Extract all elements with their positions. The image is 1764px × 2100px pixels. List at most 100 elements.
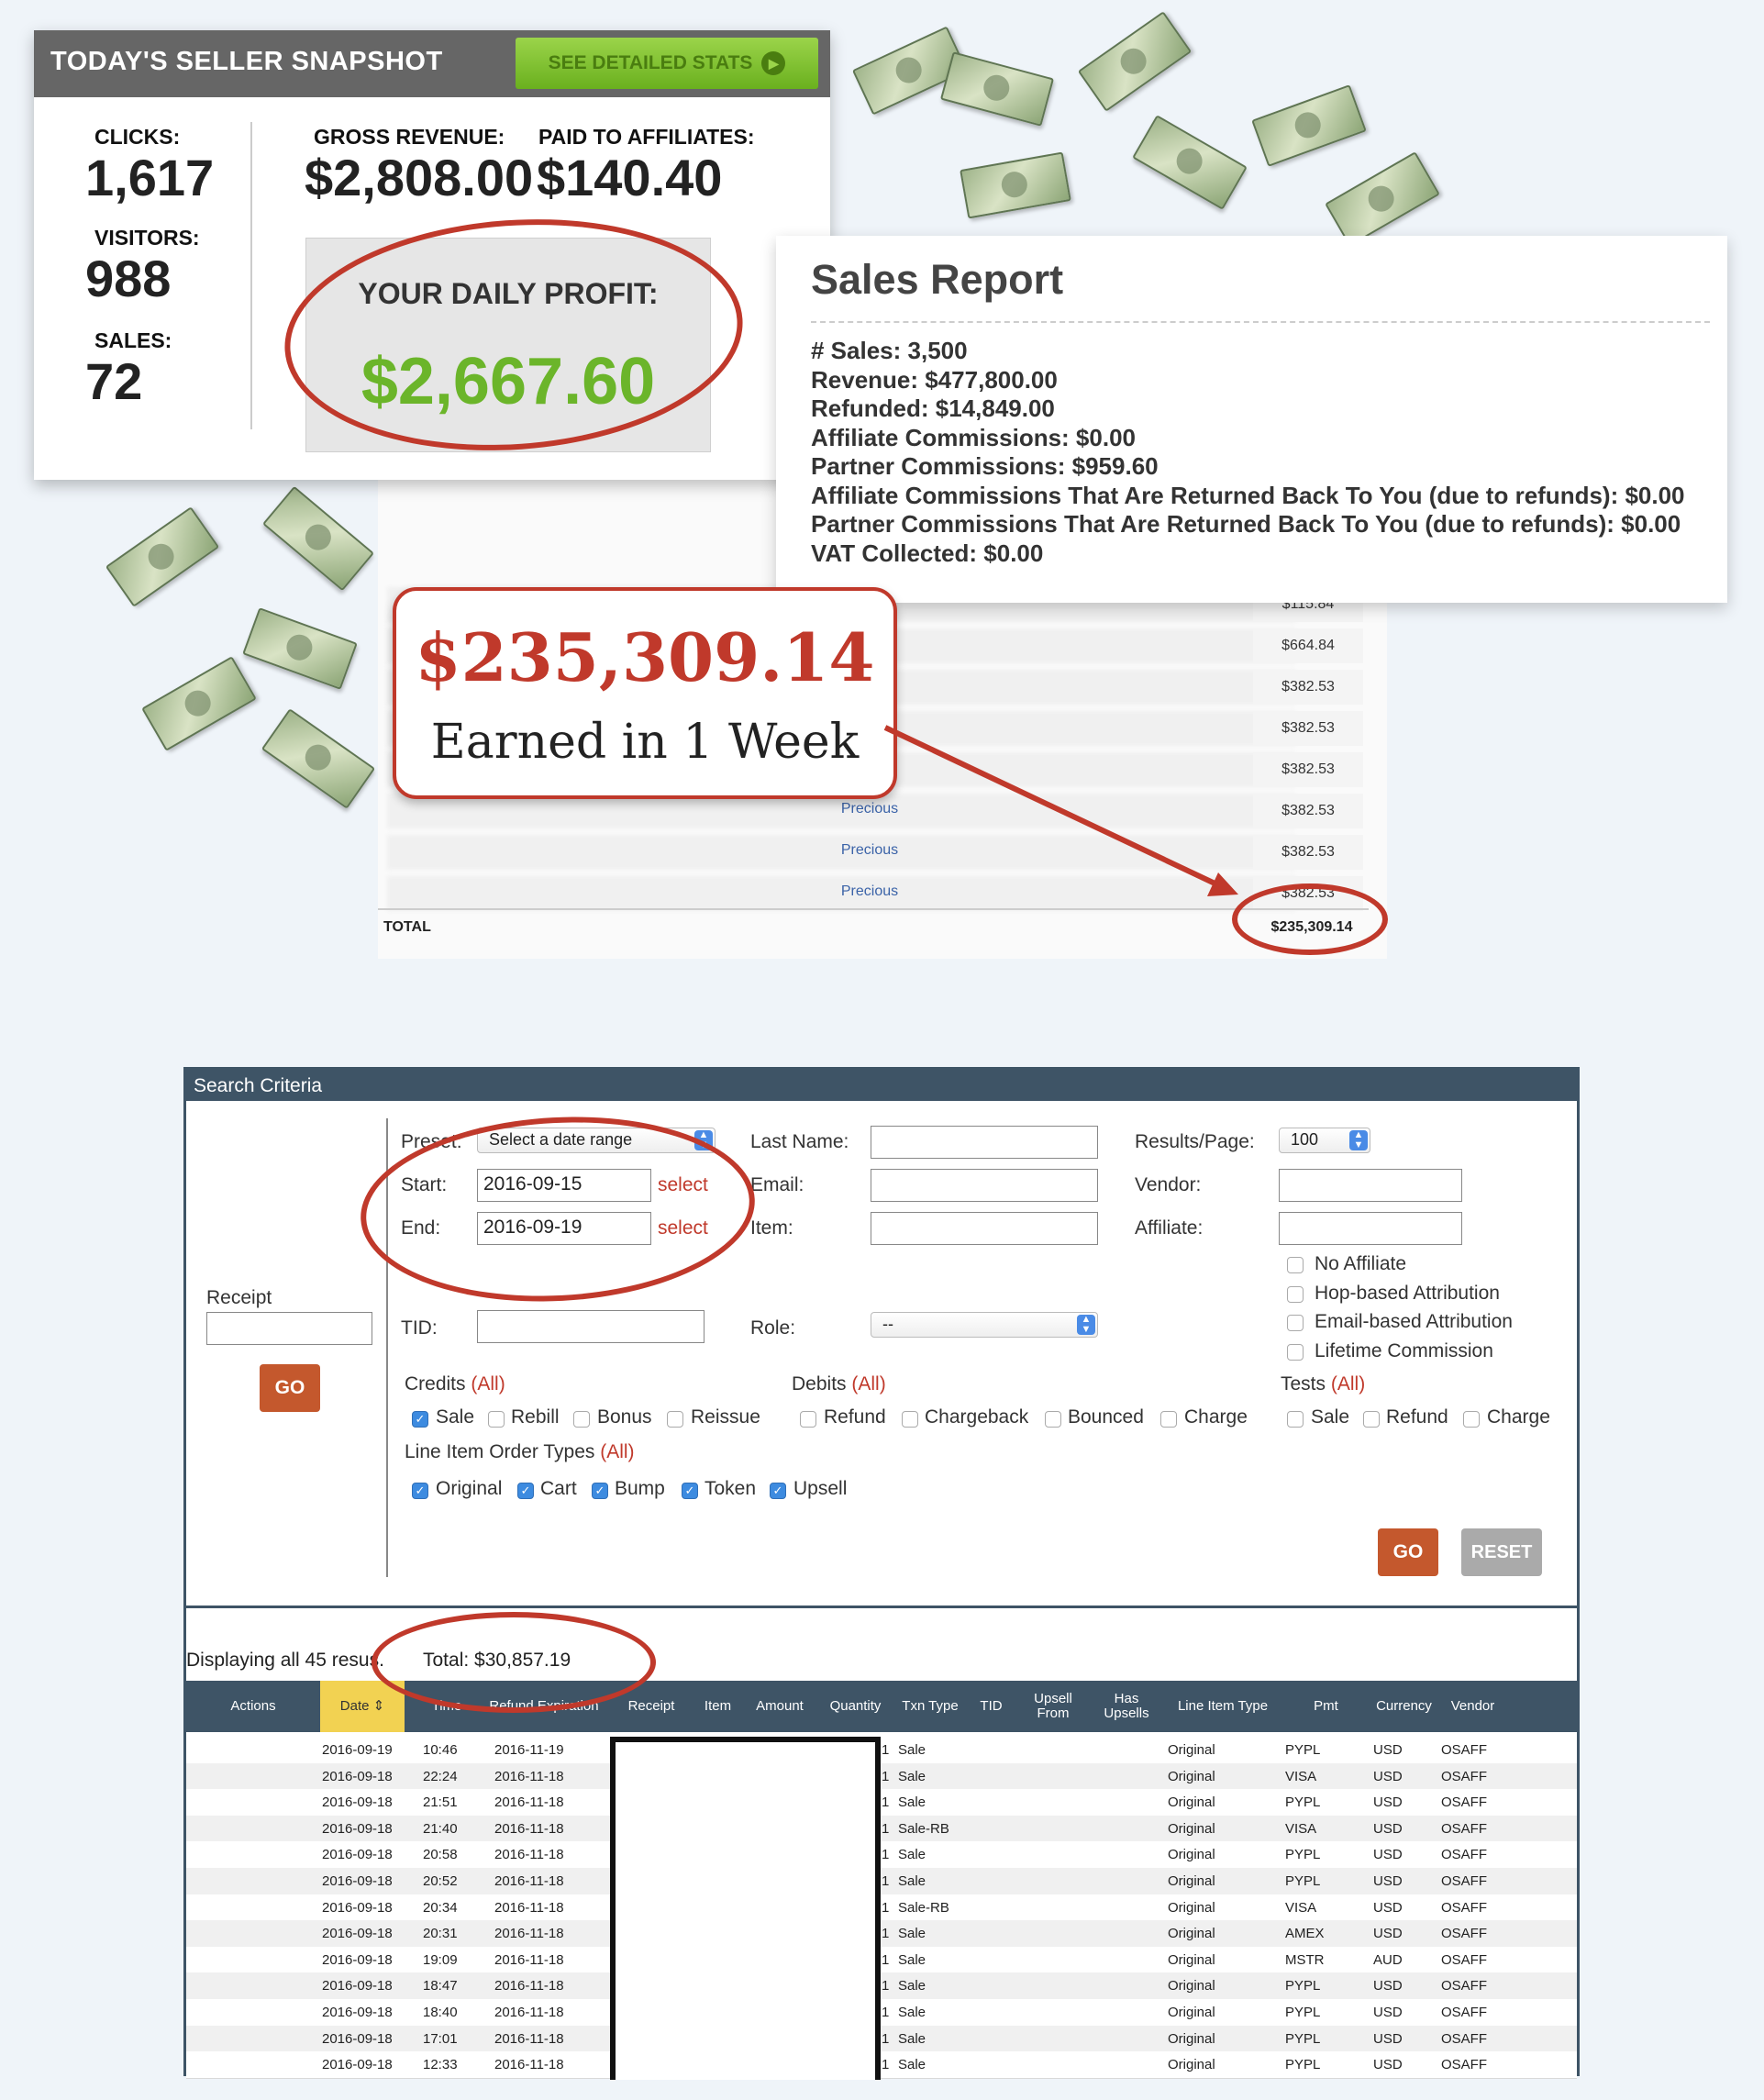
dollar-bill-image	[939, 51, 1055, 127]
search-go-button[interactable]: GO	[1378, 1528, 1438, 1576]
sales-report-title: Sales Report	[811, 256, 1064, 303]
col-currency[interactable]: Currency	[1370, 1681, 1438, 1732]
debits-bounced-checkbox[interactable]	[1045, 1411, 1061, 1428]
no-affiliate-label: No Affiliate	[1315, 1253, 1407, 1274]
col-tid[interactable]: TID	[966, 1681, 1016, 1732]
tests-charge-checkbox[interactable]	[1463, 1411, 1480, 1428]
row-line-item-type: Original	[1168, 2005, 1215, 2020]
credits-bonus-checkbox[interactable]	[573, 1411, 590, 1428]
debits-all-link[interactable]: (All)	[851, 1373, 885, 1394]
row-quantity: 1	[882, 2005, 890, 2020]
line-item-bump-checkbox[interactable]: ✓	[592, 1483, 608, 1499]
hop-attribution-checkbox[interactable]	[1287, 1286, 1304, 1303]
tests-charge-label: Charge	[1487, 1406, 1550, 1428]
line-item-group-label: Line Item Order Types (All)	[405, 1441, 635, 1463]
row-vendor: OSAFF	[1441, 1768, 1488, 1784]
credits-all-link[interactable]: (All)	[471, 1373, 505, 1394]
col-line-item-type[interactable]: Line Item Type	[1163, 1681, 1282, 1732]
col-actions[interactable]: Actions	[186, 1681, 320, 1732]
col-txn-type[interactable]: Txn Type	[894, 1681, 966, 1732]
row-line-item-type: Original	[1168, 2057, 1215, 2073]
redaction-box	[610, 1737, 881, 2080]
receipt-go-button[interactable]: GO	[260, 1364, 320, 1412]
debits-charge-checkbox[interactable]	[1160, 1411, 1177, 1428]
row-pmt: VISA	[1285, 1768, 1317, 1784]
lifetime-commission-checkbox[interactable]	[1287, 1344, 1304, 1361]
table-row[interactable]: 2016-09-18 18:40 2016-11-18 1 Sale Original PY…	[186, 1999, 1577, 2027]
table-row[interactable]: 2016-09-18 17:01 2016-11-18 1 Sale Original PY…	[186, 2025, 1577, 2053]
col-amount[interactable]: Amount	[743, 1681, 816, 1732]
table-row[interactable]: 2016-09-18 20:58 2016-11-18 1 Sale Original PY…	[186, 1841, 1577, 1869]
role-select[interactable]: -- ▲ ▼	[871, 1312, 1098, 1338]
row-refund-expiration: 2016-11-18	[494, 1768, 564, 1784]
col-item[interactable]: Item	[693, 1681, 743, 1732]
credits-sale-checkbox[interactable]: ✓	[412, 1411, 428, 1428]
results-summary-text: Displaying all 45 resu	[186, 1650, 370, 1671]
precious-link[interactable]: Precious	[815, 842, 925, 859]
line-item-label: Line Item Order Types	[405, 1441, 595, 1462]
tests-all-link[interactable]: (All)	[1331, 1373, 1365, 1394]
col-vendor[interactable]: Vendor	[1438, 1681, 1507, 1732]
gross-revenue-label: GROSS REVENUE:	[314, 125, 505, 149]
email-input[interactable]	[871, 1169, 1098, 1202]
row-quantity: 1	[882, 1978, 890, 1994]
item-input[interactable]	[871, 1212, 1098, 1245]
email-attribution-label: Email-based Attribution	[1315, 1311, 1513, 1332]
hop-attribution-label: Hop-based Attribution	[1315, 1283, 1500, 1304]
tid-input[interactable]	[477, 1310, 704, 1343]
col-has-upsells[interactable]: Has Upsells	[1090, 1681, 1163, 1732]
row-refund-expiration: 2016-11-18	[494, 2030, 564, 2047]
last-name-input[interactable]	[871, 1126, 1098, 1159]
debits-refund-checkbox[interactable]	[800, 1411, 816, 1428]
table-row[interactable]: 2016-09-18 20:52 2016-11-18 1 Sale Original PY…	[186, 1868, 1577, 1895]
table-row[interactable]: 2016-09-18 21:40 2016-11-18 1 Sale-RB Origina…	[186, 1815, 1577, 1843]
table-row[interactable]: 2016-09-19 10:46 2016-11-19 1 Sale Original PY…	[186, 1737, 1577, 1764]
dollar-bill-image	[242, 607, 358, 690]
debits-chargeback-checkbox[interactable]	[902, 1411, 918, 1428]
table-row[interactable]: 2016-09-18 18:47 2016-11-18 1 Sale Original PY…	[186, 1972, 1577, 2000]
col-quantity[interactable]: Quantity	[816, 1681, 894, 1732]
row-refund-expiration: 2016-11-18	[494, 2057, 564, 2073]
line-item-upsell-checkbox[interactable]: ✓	[770, 1483, 786, 1499]
row-refund-expiration: 2016-11-18	[494, 1873, 564, 1889]
table-row[interactable]: 2016-09-18 20:31 2016-11-18 1 Sale Original AM…	[186, 1920, 1577, 1948]
row-currency: USD	[1373, 1873, 1403, 1889]
vendor-input[interactable]	[1279, 1169, 1462, 1202]
tests-refund-checkbox[interactable]	[1363, 1411, 1380, 1428]
row-currency: USD	[1373, 1768, 1403, 1784]
affiliate-input[interactable]	[1279, 1212, 1462, 1245]
see-detailed-stats-button[interactable]: SEE DETAILED STATS ▶	[516, 38, 818, 89]
row-date: 2016-09-18	[322, 1873, 393, 1889]
row-line-item-type: Original	[1168, 1768, 1215, 1784]
row-quantity: 1	[882, 1820, 890, 1837]
precious-link[interactable]: Precious	[815, 883, 925, 900]
row-currency: USD	[1373, 2005, 1403, 2020]
line-item-cart-checkbox[interactable]: ✓	[517, 1483, 534, 1499]
row-date: 2016-09-18	[322, 1768, 393, 1784]
table-row[interactable]: 2016-09-18 19:09 2016-11-18 1 Sale Original MS…	[186, 1946, 1577, 1974]
credits-reissue-label: Reissue	[691, 1406, 760, 1428]
precious-link[interactable]: Precious	[815, 801, 925, 817]
reset-button[interactable]: RESET	[1461, 1528, 1542, 1576]
no-affiliate-checkbox[interactable]	[1287, 1257, 1304, 1273]
row-time: 20:31	[423, 1926, 458, 1942]
receipt-input[interactable]	[206, 1312, 372, 1345]
snapshot-header: TODAY'S SELLER SNAPSHOT SEE DETAILED STA…	[34, 30, 830, 97]
col-upsell-from[interactable]: Upsell From	[1016, 1681, 1090, 1732]
line-item-token-checkbox[interactable]: ✓	[682, 1483, 698, 1499]
table-row[interactable]: 2016-09-18 21:51 2016-11-18 1 Sale Original PY…	[186, 1789, 1577, 1817]
table-row[interactable]: 2016-09-18 20:34 2016-11-18 1 Sale-RB Origina…	[186, 1894, 1577, 1922]
table-row[interactable]: 2016-09-18 12:33 2016-11-18 1 Sale Original PY…	[186, 2051, 1577, 2079]
line-item-original-checkbox[interactable]: ✓	[412, 1483, 428, 1499]
credits-reissue-checkbox[interactable]	[667, 1411, 683, 1428]
row-vendor: OSAFF	[1441, 1873, 1488, 1889]
sales-value: 72	[85, 352, 143, 410]
col-pmt[interactable]: Pmt	[1282, 1681, 1370, 1732]
table-row[interactable]: 2016-09-18 22:24 2016-11-18 1 Sale Original VI…	[186, 1762, 1577, 1791]
credits-rebill-checkbox[interactable]	[488, 1411, 505, 1428]
line-item-all-link[interactable]: (All)	[600, 1441, 634, 1462]
line-item-original-label: Original	[436, 1478, 503, 1499]
email-attribution-checkbox[interactable]	[1287, 1315, 1304, 1331]
results-per-page-select[interactable]: 100 ▲ ▼	[1279, 1128, 1370, 1153]
tests-sale-checkbox[interactable]	[1287, 1411, 1304, 1428]
